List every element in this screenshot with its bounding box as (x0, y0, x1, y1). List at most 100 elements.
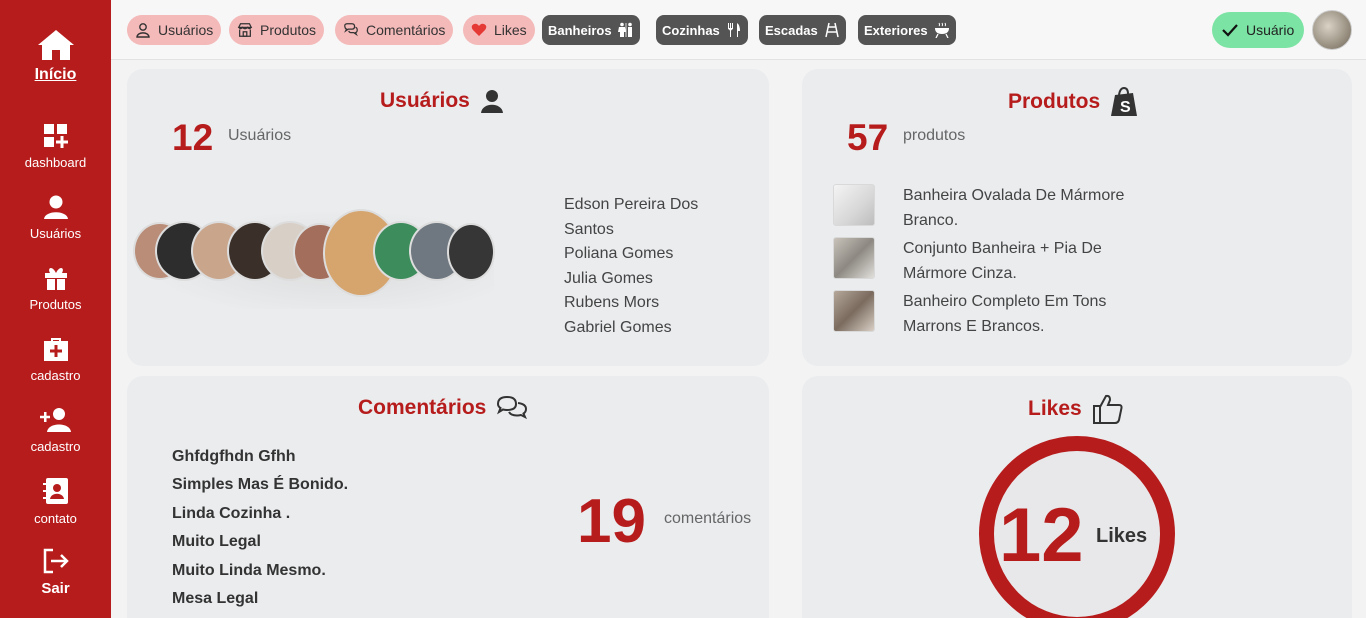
topbar: Usuários Produtos Comentários Likes Banh… (111, 0, 1366, 60)
logout-icon (43, 548, 69, 574)
user-name[interactable]: Edson Pereira Dos Santos (564, 193, 734, 242)
products-count-label: produtos (903, 127, 966, 144)
product-name: Banheira Ovalada De Mármore Branco. (903, 187, 1125, 229)
sidebar-item-sair[interactable]: Sair (0, 548, 111, 597)
product-name: Conjunto Banheira + Pia De Mármore Cinza… (903, 240, 1102, 282)
user-name[interactable]: Rubens Mors (564, 291, 734, 316)
user-name[interactable]: Julia Gomes (564, 267, 734, 292)
sidebar-item-label: cadastro (30, 368, 81, 383)
products-card: Produtos S 57 produtos Banheira Ovalada … (802, 69, 1352, 366)
nav-pill-cozinhas[interactable]: Cozinhas (656, 15, 748, 45)
nav-pill-likes[interactable]: Likes (463, 15, 535, 45)
users-name-list: Edson Pereira Dos Santos Poliana Gomes J… (564, 193, 734, 340)
user-name[interactable]: Gabriel Gomes (564, 316, 734, 341)
sidebar-item-label: contato (34, 511, 77, 526)
nav-pill-label: Banheiros (548, 22, 612, 38)
nav-pill-label: Cozinhas (662, 22, 720, 38)
product-thumbnail (833, 237, 875, 279)
sidebar-item-label: Usuários (29, 226, 82, 241)
users-card-title: Usuários (380, 89, 504, 113)
comment-item[interactable]: Linda Cozinha . (172, 503, 348, 531)
sidebar-item-label: dashboard (24, 155, 87, 170)
comment-item[interactable]: Muito Legal (172, 531, 348, 559)
users-card: Usuários 12 Usuários Edson Pereira Dos S… (127, 69, 769, 366)
nav-pill-banheiros[interactable]: Banheiros (542, 15, 640, 45)
product-name: Banheiro Completo Em Tons Marrons E Bran… (903, 293, 1107, 335)
dashboard-add-icon (43, 124, 68, 148)
likes-card: Likes 12 Likes (802, 376, 1352, 618)
sidebar-item-dashboard[interactable]: dashboard (0, 123, 111, 170)
products-count: 57 (847, 117, 889, 158)
sidebar-item-label: Sair (41, 580, 70, 597)
chat-icon (497, 395, 528, 420)
comment-item[interactable]: Muito Linda Mesmo. (172, 560, 348, 588)
nav-pill-label: Exteriores (864, 22, 928, 38)
svg-text:S: S (1120, 99, 1131, 116)
sidebar-item-label: cadastro (30, 439, 81, 454)
comment-item[interactable]: Ghfdgfhdn Gfhh (172, 446, 348, 474)
likes-card-title: Likes (1028, 393, 1124, 425)
shopify-bag-icon: S (1111, 87, 1138, 116)
comment-item[interactable]: Mesa Legal (172, 588, 348, 616)
users-faces-image (133, 209, 495, 309)
sidebar-item-cadastro-usuario[interactable]: cadastro (0, 407, 111, 454)
medkit-add-icon (43, 338, 68, 361)
grill-icon (934, 22, 950, 38)
products-card-title: Produtos S (1008, 87, 1138, 117)
stairs-icon (824, 22, 840, 38)
users-count: 12 (172, 117, 214, 158)
user-icon (43, 195, 68, 219)
nav-pill-label: Escadas (765, 22, 818, 38)
gift-icon (44, 268, 67, 290)
comments-title-text: Comentários (358, 396, 487, 419)
users-title-text: Usuários (380, 89, 470, 112)
nav-pill-escadas[interactable]: Escadas (759, 15, 846, 45)
product-item[interactable]: Banheira Ovalada De Mármore Branco. (833, 184, 1153, 233)
check-icon (1222, 24, 1238, 37)
likes-title-text: Likes (1028, 397, 1082, 420)
user-name[interactable]: Poliana Gomes (564, 242, 734, 267)
product-thumbnail (833, 290, 875, 332)
comments-count-label: comentários (664, 510, 752, 527)
sidebar-item-produtos[interactable]: Produtos (0, 265, 111, 312)
user-label: Usuário (1246, 22, 1295, 38)
utensils-icon (726, 22, 742, 38)
nav-pill-label: Usuários (158, 22, 214, 38)
user-menu-button[interactable]: Usuário (1212, 12, 1305, 48)
nav-pill-label: Likes (494, 22, 527, 38)
product-item[interactable]: Conjunto Banheira + Pia De Mármore Cinza… (833, 237, 1153, 286)
contact-book-icon (42, 478, 68, 504)
sidebar-item-usuarios[interactable]: Usuários (0, 194, 111, 241)
comments-card-title: Comentários (358, 395, 528, 421)
avatar[interactable] (1312, 10, 1352, 50)
nav-pill-produtos[interactable]: Produtos (229, 15, 325, 45)
products-title-text: Produtos (1008, 90, 1101, 113)
store-icon (237, 22, 253, 38)
user-icon (480, 90, 503, 113)
sidebar-item-inicio[interactable]: Início (0, 28, 111, 84)
home-icon (37, 30, 74, 60)
sidebar-item-label: Início (34, 66, 77, 83)
nav-pill-usuarios[interactable]: Usuários (127, 15, 222, 45)
comments-card: Comentários Ghfdgfhdn Gfhh Simples Mas É… (127, 376, 769, 618)
comments-list: Ghfdgfhdn Gfhh Simples Mas É Bonido. Lin… (172, 446, 348, 616)
sidebar-item-label: Produtos (29, 297, 82, 312)
nav-pill-exteriores[interactable]: Exteriores (858, 15, 956, 45)
users-count-label: Usuários (228, 127, 292, 144)
product-thumbnail (833, 184, 875, 226)
comment-item[interactable]: Simples Mas É Bonido. (172, 474, 348, 502)
chat-icon (343, 22, 359, 38)
sidebar-item-contato[interactable]: contato (0, 477, 111, 526)
sidebar-item-cadastro-produto[interactable]: cadastro (0, 336, 111, 383)
restroom-icon (617, 22, 634, 38)
comments-count: 19 (577, 487, 646, 556)
nav-pill-label: Produtos (260, 22, 317, 38)
user-icon (135, 22, 151, 38)
likes-count: 12 (999, 493, 1084, 578)
product-item[interactable]: Banheiro Completo Em Tons Marrons E Bran… (833, 290, 1153, 339)
sidebar: Início dashboard Usuários Produtos cadas… (0, 0, 111, 618)
nav-pill-comentarios[interactable]: Comentários (335, 15, 454, 45)
nav-pill-label: Comentários (366, 22, 446, 38)
thumbs-up-icon (1092, 394, 1123, 424)
likes-count-label: Likes (1096, 525, 1148, 547)
